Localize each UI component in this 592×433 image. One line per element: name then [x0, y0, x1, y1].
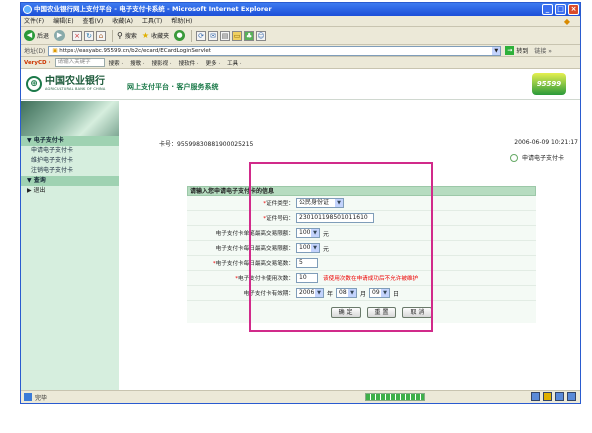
- brand-95599-logo: 95599: [532, 73, 566, 95]
- link-video[interactable]: 搜影视 ·: [152, 59, 172, 67]
- ie-icon: [23, 5, 32, 14]
- secure-lock-icon: [543, 392, 552, 401]
- print-icon[interactable]: ▤: [220, 30, 231, 41]
- page-header: ⊕ 中国农业银行 AGRICULTURAL BANK OF CHINA 网上支付…: [21, 70, 580, 100]
- status-bar: 完毕: [21, 390, 580, 403]
- abc-logo-icon: ⊕: [26, 76, 42, 92]
- address-url: https://easyabc.95599.cn/b2c/ecard/ECard…: [59, 47, 211, 54]
- stop-icon[interactable]: ×: [72, 30, 83, 41]
- menu-file[interactable]: 文件(F): [24, 18, 44, 25]
- highlight-box: [249, 162, 433, 332]
- status-done: 完毕: [24, 393, 47, 402]
- sidebar-item-cancel-card[interactable]: 注销电子支付卡: [21, 166, 119, 176]
- search-icon: ⚲: [117, 31, 123, 40]
- sidebar-item-maintain-card[interactable]: 维护电子支付卡: [21, 156, 119, 166]
- lock-icon: ▣: [52, 47, 58, 54]
- sidebar-banner: [21, 101, 119, 136]
- back-label: 后退: [37, 33, 50, 40]
- links-toolbar: VeryCD · 请输入关键字 搜索 · 搜歌 · 搜影视 · 搜软件 · 更多…: [21, 57, 580, 69]
- apply-card-link[interactable]: 申请电子支付卡: [509, 153, 564, 162]
- menu-view[interactable]: 查看(V): [82, 18, 103, 25]
- toolbar: ◀ 后退 ▶ × ↻ ⌂ ⚲ 搜索 ★ 收藏夹 ● ⟳ ✉ ▤ ▭ ♣ ☺: [21, 27, 580, 45]
- progress-bar: [365, 393, 425, 401]
- back-button[interactable]: ◀ 后退: [24, 30, 49, 41]
- menu-tools[interactable]: 工具(T): [142, 18, 162, 25]
- close-button[interactable]: ×: [568, 4, 579, 15]
- sidebar-item-query[interactable]: ▼ 查询: [21, 176, 119, 186]
- link-more[interactable]: 更多 ·: [206, 59, 221, 67]
- address-bar: 地址(D) ▣ https://easyabc.95599.cn/b2c/eca…: [21, 45, 580, 57]
- circle-icon: [509, 153, 518, 162]
- media-icon[interactable]: ●: [174, 30, 186, 41]
- title-bar: 中国农业银行网上支付平台 - 电子支付卡系统 - Microsoft Inter…: [21, 3, 580, 16]
- menu-favorites[interactable]: 收藏(A): [112, 18, 133, 25]
- toolbar-separator: [191, 29, 193, 42]
- toolbar-separator: [112, 29, 114, 42]
- sidebar-item-exit[interactable]: ▶ 退出: [21, 186, 119, 196]
- menu-help[interactable]: 帮助(H): [171, 18, 192, 25]
- folder-icon[interactable]: ▭: [232, 30, 243, 41]
- status-text: 完毕: [35, 394, 48, 402]
- verycd-logo[interactable]: VeryCD ·: [24, 60, 51, 66]
- maximize-button[interactable]: □: [555, 4, 566, 15]
- menu-bar: 文件(F) 编辑(E) 查看(V) 收藏(A) 工具(T) 帮助(H) ◆: [21, 16, 580, 27]
- link-music[interactable]: 搜歌 ·: [130, 59, 145, 67]
- sidebar-item-e-card[interactable]: ▼ 电子支付卡: [21, 136, 119, 146]
- menu-edit[interactable]: 编辑(E): [53, 18, 73, 25]
- sidebar: ▼ 电子支付卡 申请电子支付卡 维护电子支付卡 注销电子支付卡 ▼ 查询 ▶ 退…: [21, 101, 119, 392]
- star-icon: ★: [141, 31, 150, 40]
- forward-button[interactable]: ▶: [54, 30, 67, 41]
- favorites-button[interactable]: ★ 收藏夹: [142, 31, 169, 40]
- status-tray: [528, 392, 576, 401]
- sidebar-item-apply-card[interactable]: 申请电子支付卡: [21, 146, 119, 156]
- messenger-icon[interactable]: ♣: [244, 30, 255, 41]
- zone-icon: [531, 392, 540, 401]
- chevron-down-icon[interactable]: ▼: [492, 46, 501, 55]
- link-search[interactable]: 搜索 ·: [109, 59, 124, 67]
- search-label: 搜索: [124, 33, 137, 40]
- window-title: 中国农业银行网上支付平台 - 电子支付卡系统 - Microsoft Inter…: [34, 5, 272, 13]
- history-icon[interactable]: ⟳: [196, 30, 207, 41]
- progress-fill: [366, 394, 424, 400]
- home-icon[interactable]: ⌂: [96, 30, 107, 41]
- refresh-icon[interactable]: ↻: [84, 30, 95, 41]
- timestamp: 2006-06-09 10:21:17: [514, 139, 578, 146]
- address-input[interactable]: ▣ https://easyabc.95599.cn/b2c/ecard/ECa…: [48, 45, 502, 56]
- minimize-button[interactable]: _: [542, 4, 553, 15]
- verycd-search-input[interactable]: 请输入关键字: [54, 58, 105, 67]
- link-software[interactable]: 搜软件 ·: [179, 59, 199, 67]
- page-icon: [24, 393, 32, 401]
- logo-name-cn: 中国农业银行: [45, 76, 105, 87]
- network-icon: [567, 392, 576, 401]
- mail-icon[interactable]: ✉: [208, 30, 219, 41]
- back-arrow-icon: ◀: [24, 30, 35, 41]
- go-button[interactable]: → 转到: [505, 46, 528, 55]
- links-label[interactable]: 链接 »: [534, 46, 552, 55]
- forward-arrow-icon: ▶: [54, 30, 66, 41]
- card-number: 卡号：95599830881900025215: [159, 141, 254, 148]
- favorites-label: 收藏夹: [151, 33, 170, 40]
- people-icon[interactable]: ☺: [256, 30, 267, 41]
- internet-icon: [555, 392, 564, 401]
- abc-logo: ⊕ 中国农业银行 AGRICULTURAL BANK OF CHINA: [26, 76, 105, 92]
- page-title: 网上支付平台 · 客户服务系统: [127, 83, 219, 91]
- apply-card-link-label: 申请电子支付卡: [521, 155, 564, 162]
- windows-logo-icon: ◆: [563, 17, 570, 26]
- search-button[interactable]: ⚲ 搜索: [117, 31, 137, 40]
- address-label: 地址(D): [24, 48, 46, 55]
- go-label: 转到: [516, 48, 529, 55]
- go-arrow-icon: →: [505, 46, 515, 55]
- logo-name-en: AGRICULTURAL BANK OF CHINA: [45, 87, 106, 91]
- link-tools[interactable]: 工具 ·: [227, 59, 242, 67]
